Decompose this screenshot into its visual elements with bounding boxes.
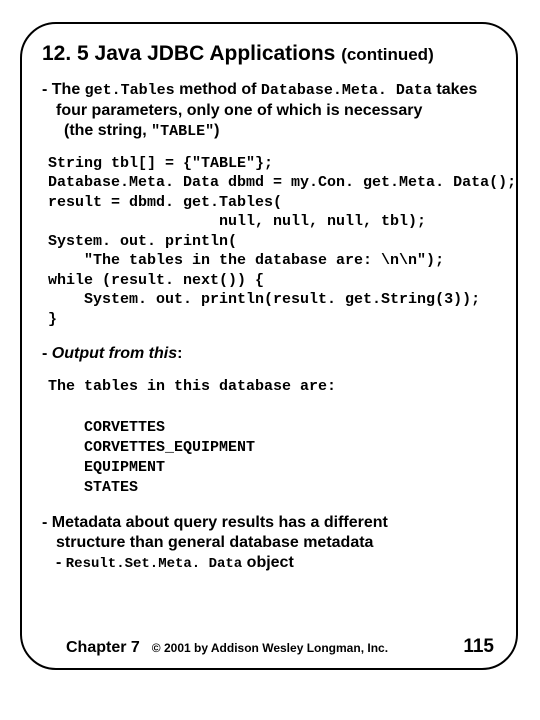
output-label-text: Output from this: [52, 345, 177, 362]
title-continued: (continued): [341, 45, 434, 64]
text: The: [52, 81, 85, 98]
code-dbmetadata: Database.Meta. Data: [261, 82, 432, 99]
text: (the string,: [64, 122, 151, 139]
sub-bullet-dash: -: [56, 554, 61, 571]
output-text: The tables in this database are: CORVETT…: [48, 377, 496, 499]
text: Metadata about query results has a diffe…: [52, 514, 388, 531]
copyright: © 2001 by Addison Wesley Longman, Inc.: [152, 641, 464, 655]
text: takes: [432, 81, 477, 98]
code-gettables: get.Tables: [85, 82, 175, 99]
colon: :: [177, 345, 182, 362]
chapter-label: Chapter 7: [66, 639, 140, 657]
bullet-dash: -: [42, 514, 47, 531]
bullet-metadata: - Metadata about query results has a dif…: [42, 513, 496, 574]
bullet-dash: -: [42, 345, 47, 362]
title-main: 12. 5 Java JDBC Applications: [42, 42, 335, 65]
bullet-gettables: - The get.Tables method of Database.Meta…: [42, 80, 496, 142]
text: method of: [175, 81, 261, 98]
code-resultsetmetadata: Result.Set.Meta. Data: [66, 556, 242, 572]
slide-footer: Chapter 7 © 2001 by Addison Wesley Longm…: [22, 636, 516, 658]
slide-frame: 12. 5 Java JDBC Applications (continued)…: [20, 22, 518, 670]
output-label: - Output from this:: [42, 345, 496, 363]
text: ): [214, 122, 219, 139]
slide-title: 12. 5 Java JDBC Applications (continued): [42, 42, 496, 66]
text: four parameters, only one of which is ne…: [56, 102, 422, 119]
code-block: String tbl[] = {"TABLE"}; Database.Meta.…: [48, 154, 496, 330]
text: object: [242, 554, 294, 571]
page-number: 115: [463, 636, 494, 658]
code-table-string: "TABLE": [151, 123, 214, 140]
text: structure than general database metadata: [56, 534, 373, 551]
bullet-dash: -: [42, 81, 47, 98]
